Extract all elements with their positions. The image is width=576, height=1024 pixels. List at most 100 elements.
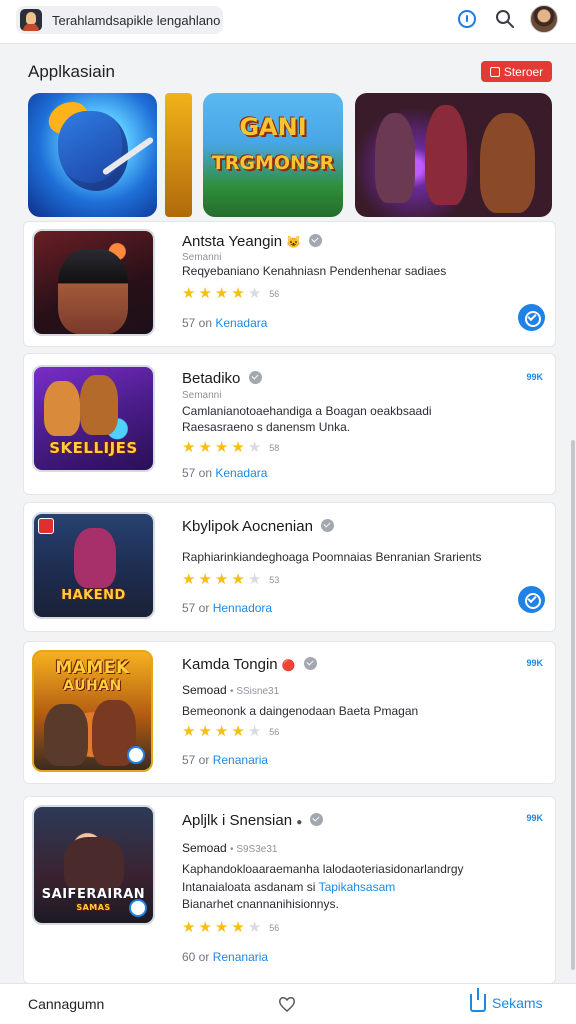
- rating-stars: ★ ★ ★ ★ ★ 56: [182, 286, 279, 301]
- rating-stars: ★ ★ ★ ★ ★ 53: [182, 572, 279, 587]
- app-subtitle: Semanni: [182, 390, 222, 401]
- subtitle-extra: • SSisne31: [230, 686, 280, 697]
- app-meta: 57 on Kenadara: [182, 466, 267, 480]
- meta-link[interactable]: Renanaria: [213, 753, 268, 767]
- download-count: 99K: [526, 813, 543, 823]
- app-title[interactable]: Kamda Tongin 🔴: [182, 656, 317, 673]
- verified-icon: [309, 234, 323, 247]
- star-icon: ★: [214, 723, 229, 740]
- star-icon: ★: [214, 571, 229, 588]
- verified-icon: [248, 371, 262, 384]
- section-action-button[interactable]: Steroer: [481, 61, 552, 82]
- meta-text: 60 or: [182, 950, 210, 964]
- section-action-label: Steroer: [503, 64, 544, 79]
- thumb-art: [80, 375, 118, 435]
- app-meta: 57 on Kenadara: [182, 316, 267, 330]
- app-card-1[interactable]: Antsta Yeangin 😺 Semanni Reqyebaniano Ke…: [23, 221, 556, 347]
- thumb-label: SKELLIJES: [49, 439, 138, 457]
- app-title[interactable]: Apljlk i Snensian ●: [182, 812, 324, 829]
- banner-logo: GANI TRGMONSR: [211, 114, 335, 175]
- app-description: Intanaialoata asdanam si Tapikahsasam: [182, 879, 395, 895]
- banner-logo-line2: TRGMONSR: [211, 152, 335, 175]
- scrollbar[interactable]: [571, 440, 575, 970]
- thumb-label: MAMEK: [55, 658, 130, 678]
- thumb-art: [64, 837, 124, 892]
- star-empty-icon: ★: [247, 723, 262, 740]
- rating-text: 58: [269, 442, 280, 453]
- app-subtitle: Semanni: [182, 252, 222, 263]
- meta-link[interactable]: Renanaria: [213, 950, 268, 964]
- app-thumbnail[interactable]: SAIFERAIRAN SAMAS: [32, 805, 155, 925]
- search-bar[interactable]: Terahlamdsapikle lengahlano: [16, 6, 223, 34]
- app-title[interactable]: Kbylipok Aocnenian: [182, 518, 335, 535]
- star-icon: ★: [231, 919, 245, 936]
- star-icon: ★: [182, 285, 196, 302]
- download-count: 99K: [526, 372, 543, 382]
- star-icon: ★: [231, 285, 245, 302]
- app-title-text: Kamda Tongin: [182, 656, 278, 673]
- star-empty-icon: ★: [247, 439, 262, 456]
- banner-4[interactable]: [355, 93, 552, 217]
- app-icon: [20, 9, 42, 31]
- rating-text: 56: [269, 288, 280, 299]
- bottom-nav: Cannagumn Sekams: [0, 983, 576, 1024]
- checked-button[interactable]: [518, 304, 545, 331]
- app-meta: 57 or Renanaria: [182, 753, 268, 767]
- nav-left-label[interactable]: Cannagumn: [28, 996, 104, 1012]
- banner-2[interactable]: [165, 93, 192, 217]
- star-icon: ★: [214, 439, 229, 456]
- banner-art: [480, 113, 535, 213]
- share-icon: [470, 988, 486, 1012]
- app-description: Reqyebaniano Kenahniasn Pendenhenar sadi…: [182, 264, 447, 278]
- app-card-2[interactable]: SKELLIJES Betadiko 99K Semanni Camlanian…: [23, 353, 556, 495]
- app-description: Raesasraeno s danensm Unka.: [182, 420, 351, 434]
- search-icon[interactable]: [495, 9, 515, 29]
- heart-icon[interactable]: [278, 995, 296, 1013]
- nav-right-label: Sekams: [492, 995, 543, 1011]
- app-title-text: Kbylipok Aocnenian: [182, 518, 313, 535]
- meta-text: 57 or: [182, 753, 210, 767]
- desc-link[interactable]: Tapikahsasam: [319, 880, 396, 894]
- app-meta: 60 or Renanaria: [182, 950, 268, 964]
- checked-button[interactable]: [518, 586, 545, 613]
- thumb-art: [44, 381, 80, 436]
- meta-link[interactable]: Kenadara: [215, 466, 267, 480]
- app-card-4[interactable]: MAMEK AUHAN Kamda Tongin 🔴 99K Semoad • …: [23, 641, 556, 784]
- app-subtitle: Semoad • SSisne31: [182, 683, 279, 697]
- star-icon: ★: [214, 919, 229, 936]
- download-count: 99K: [526, 658, 543, 668]
- app-title[interactable]: Antsta Yeangin 😺: [182, 233, 323, 250]
- badge-icon: [129, 899, 147, 917]
- info-icon[interactable]: [458, 10, 476, 28]
- app-description: Bianarhet cnannanihisionnys.: [182, 897, 339, 911]
- app-thumbnail[interactable]: HAKEND: [32, 512, 155, 619]
- star-icon: ★: [182, 439, 196, 456]
- nav-right-button[interactable]: Sekams: [470, 988, 543, 1012]
- banner-3[interactable]: GANI TRGMONSR: [203, 93, 343, 217]
- app-thumbnail[interactable]: [32, 229, 155, 336]
- rating-text: 56: [269, 922, 280, 933]
- verified-icon: [321, 519, 335, 532]
- banner-1[interactable]: [28, 93, 157, 217]
- thumb-label: AUHAN: [63, 678, 122, 694]
- app-thumbnail[interactable]: MAMEK AUHAN: [32, 650, 153, 772]
- star-icon: ★: [182, 919, 196, 936]
- star-empty-icon: ★: [247, 285, 262, 302]
- thumb-art: [44, 704, 88, 766]
- meta-link[interactable]: Hennadora: [213, 601, 272, 615]
- app-description: Bemeononk a daingenodaan Baeta Pmagan: [182, 704, 419, 718]
- app-emoji: 🔴: [281, 660, 296, 672]
- banner-art: [58, 111, 128, 191]
- meta-link[interactable]: Kenadara: [215, 316, 267, 330]
- app-title-text: Antsta Yeangin: [182, 233, 283, 250]
- app-card-3[interactable]: HAKEND Kbylipok Aocnenian Raphiarinkiand…: [23, 502, 556, 632]
- chip-icon: [489, 66, 500, 77]
- avatar[interactable]: [530, 5, 558, 33]
- search-text[interactable]: Terahlamdsapikle lengahlano: [52, 13, 220, 28]
- star-icon: ★: [231, 723, 245, 740]
- app-card-5[interactable]: SAIFERAIRAN SAMAS Apljlk i Snensian ● 99…: [23, 796, 556, 984]
- star-icon: ★: [182, 723, 196, 740]
- star-icon: ★: [182, 571, 196, 588]
- app-thumbnail[interactable]: SKELLIJES: [32, 365, 155, 472]
- app-title[interactable]: Betadiko: [182, 370, 262, 387]
